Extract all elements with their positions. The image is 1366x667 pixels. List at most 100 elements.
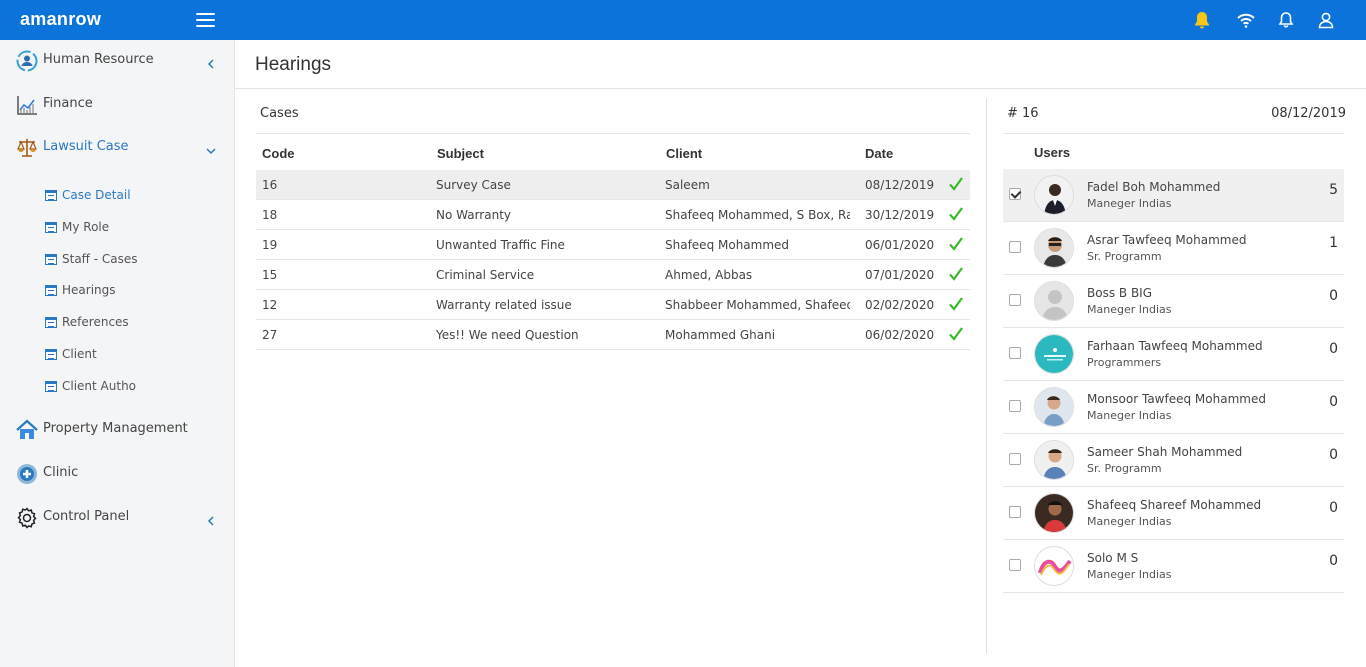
table-row[interactable]: 15 Criminal Service Ahmed, Abbas 07/01/2…: [256, 260, 970, 290]
avatar: [1034, 175, 1074, 215]
sidebar-item-property-management[interactable]: Property Management: [0, 413, 235, 447]
table-row[interactable]: 12 Warranty related issue Shabbeer Moham…: [256, 290, 970, 320]
user-name: Sameer Shah Mohammed: [1087, 445, 1243, 459]
cell-code: 27: [262, 328, 278, 342]
user-checkbox[interactable]: [1009, 347, 1021, 359]
user-checkbox[interactable]: [1009, 294, 1021, 306]
sidebar-item-human-resource[interactable]: Human Resource: [0, 44, 235, 78]
user-count: 1: [1329, 235, 1338, 251]
cell-subject: No Warranty: [436, 208, 512, 222]
user-role: Sr. Programm: [1087, 250, 1162, 263]
user-name: Shafeeq Shareef Mohammed: [1087, 498, 1262, 512]
cell-code: 19: [262, 238, 278, 252]
avatar: [1034, 493, 1074, 533]
sidebar-subitem-staff-cases[interactable]: Staff - Cases: [0, 248, 235, 272]
window-list-icon: [45, 190, 57, 201]
sidebar-item-lawsuit-case[interactable]: Lawsuit Case: [0, 131, 235, 165]
sidebar-subitem-label: Hearings: [62, 283, 116, 297]
cell-subject: Unwanted Traffic Fine: [436, 238, 565, 252]
table-row[interactable]: 18 No Warranty Shafeeq Mohammed, S Box, …: [256, 200, 970, 230]
column-header-subject[interactable]: Subject: [437, 146, 484, 161]
brand-logo[interactable]: amanrow: [20, 9, 101, 30]
cell-date: 06/01/2020: [865, 238, 935, 252]
window-list-icon: [45, 285, 57, 296]
user-checkbox[interactable]: [1009, 559, 1021, 571]
user-role: Sr. Programm: [1087, 462, 1162, 475]
chevron-left-icon[interactable]: [205, 512, 217, 526]
column-header-client[interactable]: Client: [666, 146, 702, 161]
sidebar-item-finance[interactable]: Finance: [0, 88, 235, 122]
table-row[interactable]: 16 Survey Case Saleem 08/12/2019: [256, 170, 970, 200]
bell-alert-icon[interactable]: [1192, 10, 1212, 30]
sidebar-item-clinic[interactable]: Clinic: [0, 457, 235, 491]
cell-client: Ahmed, Abbas: [665, 268, 753, 282]
bell-icon[interactable]: [1276, 10, 1296, 30]
user-row[interactable]: Farhaan Tawfeeq Mohammed Programmers 0: [1003, 328, 1344, 381]
window-list-icon: [45, 222, 57, 233]
avatar: [1034, 281, 1074, 321]
user-name: Farhaan Tawfeeq Mohammed: [1087, 339, 1263, 353]
sidebar-subitem-label: Staff - Cases: [62, 252, 138, 266]
cell-subject: Criminal Service: [436, 268, 535, 282]
user-checkbox[interactable]: [1009, 453, 1021, 465]
cell-code: 12: [262, 298, 278, 312]
home-icon: [15, 418, 39, 442]
user-icon[interactable]: [1316, 10, 1336, 30]
cell-code: 15: [262, 268, 278, 282]
sidebar-subitem-client[interactable]: Client: [0, 343, 235, 367]
column-header-code[interactable]: Code: [262, 146, 295, 161]
sidebar-subitem-label: Case Detail: [62, 188, 131, 202]
sidebar-subitem-hearings[interactable]: Hearings: [0, 279, 235, 303]
user-count: 0: [1329, 447, 1338, 463]
user-row[interactable]: Asrar Tawfeeq Mohammed Sr. Programm 1: [1003, 222, 1344, 275]
user-role: Programmers: [1087, 356, 1162, 369]
user-role: Maneger Indias: [1087, 409, 1172, 422]
menu-toggle-button[interactable]: [196, 13, 215, 27]
cell-subject: Yes!! We need Question: [436, 328, 579, 342]
user-row[interactable]: Solo M S Maneger Indias 0: [1003, 540, 1344, 593]
user-row[interactable]: Sameer Shah Mohammed Sr. Programm 0: [1003, 434, 1344, 487]
window-list-icon: [45, 254, 57, 265]
table-row[interactable]: 19 Unwanted Traffic Fine Shafeeq Mohamme…: [256, 230, 970, 260]
user-checkbox[interactable]: [1009, 188, 1021, 200]
user-count: 0: [1329, 288, 1338, 304]
user-row[interactable]: Fadel Boh Mohammed Maneger Indias 5: [1003, 169, 1344, 222]
page-title: Hearings: [255, 54, 332, 75]
column-header-date[interactable]: Date: [865, 146, 893, 161]
cell-client: Saleem: [665, 178, 710, 192]
chevron-left-icon[interactable]: [205, 55, 217, 69]
user-row[interactable]: Boss B BIG Maneger Indias 0: [1003, 275, 1344, 328]
finance-chart-icon: [15, 93, 39, 117]
window-list-icon: [45, 317, 57, 328]
sidebar-item-control-panel[interactable]: Control Panel: [0, 501, 235, 535]
sidebar-subitem-references[interactable]: References: [0, 311, 235, 335]
cell-date: 02/02/2020: [865, 298, 935, 312]
cell-client: Shabbeer Mohammed, Shafeeq ...: [665, 298, 850, 312]
cell-date: 08/12/2019: [865, 178, 935, 192]
cell-date: 06/02/2020: [865, 328, 935, 342]
sidebar-subitem-client-autho[interactable]: Client Autho: [0, 375, 235, 399]
user-role: Maneger Indias: [1087, 197, 1172, 210]
divider: [256, 133, 970, 134]
user-name: Solo M S: [1087, 551, 1139, 565]
sidebar-item-label: Clinic: [43, 465, 79, 480]
sidebar-subitem-my-role[interactable]: My Role: [0, 216, 235, 240]
case-number: # 16: [1007, 106, 1039, 121]
user-row[interactable]: Monsoor Tawfeeq Mohammed Maneger Indias …: [1003, 381, 1344, 434]
user-row[interactable]: Shafeeq Shareef Mohammed Maneger Indias …: [1003, 487, 1344, 540]
user-checkbox[interactable]: [1009, 400, 1021, 412]
user-role: Maneger Indias: [1087, 568, 1172, 581]
chevron-down-icon[interactable]: [205, 142, 217, 155]
wifi-icon[interactable]: [1236, 10, 1256, 30]
user-count: 0: [1329, 500, 1338, 516]
user-name: Asrar Tawfeeq Mohammed: [1087, 233, 1247, 247]
user-checkbox[interactable]: [1009, 506, 1021, 518]
check-icon: [948, 206, 964, 222]
gear-icon: [15, 506, 39, 530]
cell-date: 30/12/2019: [865, 208, 935, 222]
clinic-cross-icon: [15, 462, 39, 486]
table-row[interactable]: 27 Yes!! We need Question Mohammed Ghani…: [256, 320, 970, 350]
sidebar-subitem-case-detail[interactable]: Case Detail: [0, 184, 235, 208]
user-checkbox[interactable]: [1009, 241, 1021, 253]
sidebar-item-label: Control Panel: [43, 509, 130, 524]
